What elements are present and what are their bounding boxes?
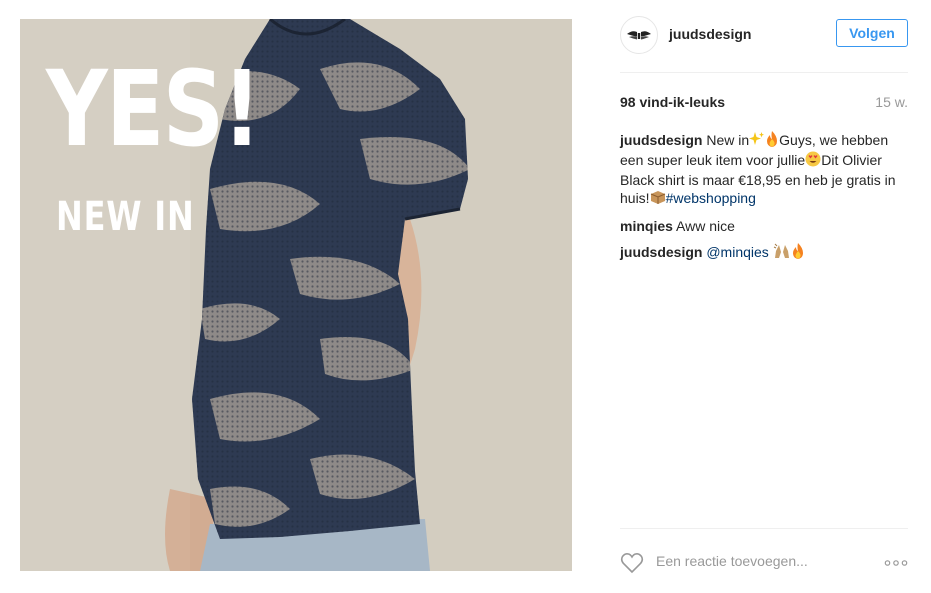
more-options-icon[interactable] [884,553,908,578]
comment-text: New in [706,132,750,148]
header-divider [620,72,908,73]
heart-icon[interactable] [620,552,644,579]
sparkles-icon [749,131,765,151]
comment-item: juudsdesign @minqies [620,243,908,263]
praying-hands-icon [773,243,791,263]
comment-input[interactable]: Een reactie toevoegen... [656,553,808,569]
comments-list: juudsdesign New in Guys, we hebben een su… [620,131,908,271]
footer-divider [620,528,908,529]
follow-button[interactable]: Volgen [836,19,908,47]
overlay-headline: YES! [46,48,261,170]
heart-eyes-icon [805,151,821,171]
comment-username[interactable]: juudsdesign [620,244,702,260]
comment-item: minqies Aww nice [620,217,908,235]
post-image[interactable]: YES! NEW IN [20,19,572,571]
fire-icon [765,131,779,151]
post-details-panel: juudsdesign Volgen 98 vind-ik-leuks 15 w… [620,0,908,593]
fire-icon [791,243,805,263]
avatar[interactable] [620,16,658,54]
likes-count[interactable]: 98 vind-ik-leuks [620,94,725,110]
comment-username[interactable]: juudsdesign [620,132,702,148]
post-timestamp[interactable]: 15 w. [875,94,908,110]
caption-comment: juudsdesign New in Guys, we hebben een su… [620,131,908,209]
hashtag-link[interactable]: #webshopping [666,190,756,206]
post-author-username[interactable]: juudsdesign [669,26,751,42]
wings-logo-icon [627,31,651,40]
comment-username[interactable]: minqies [620,218,673,234]
overlay-subheadline: NEW IN [56,194,195,240]
add-comment-bar: Een reactie toevoegen... [620,552,908,574]
mention-link[interactable]: @minqies [706,244,768,260]
package-icon [650,189,666,209]
post-header: juudsdesign Volgen [620,16,908,54]
comment-text: Aww nice [676,218,735,234]
